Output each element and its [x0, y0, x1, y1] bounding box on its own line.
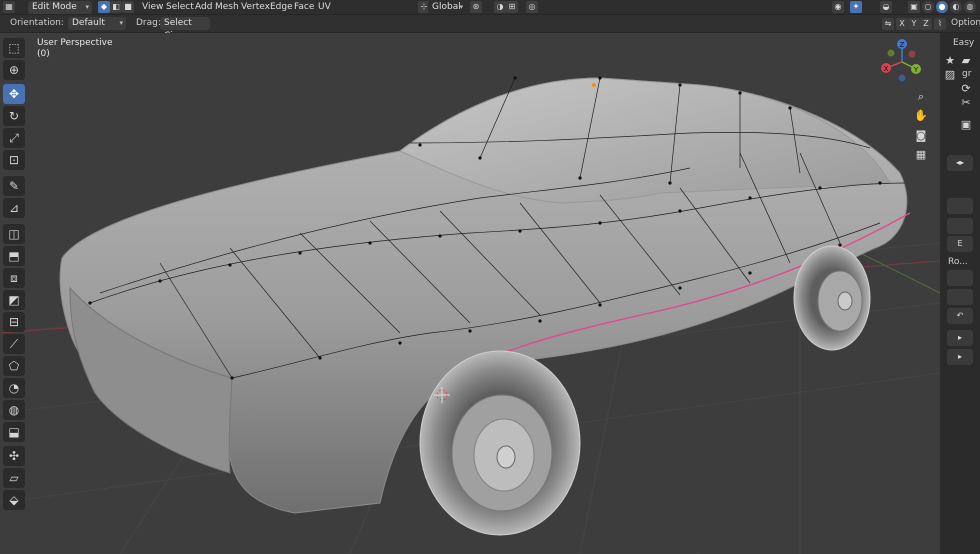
play-icon[interactable]: ▸ [947, 330, 973, 346]
e-dropdown[interactable]: E [947, 236, 973, 252]
sidebar-panel: Easy ★ ▰ ▨ gr ⟳ ✂ ▣ ◂▸ E Ro... ↶ ▸ ▸ [940, 33, 980, 554]
menu-select[interactable]: Select [166, 2, 194, 12]
shading-wireframe-icon[interactable]: ○ [922, 1, 934, 13]
chevron-down-icon: ▾ [459, 3, 463, 11]
drag-label: Drag: [136, 18, 161, 28]
move-tool-icon[interactable]: ✥ [3, 84, 25, 104]
scene-canvas[interactable] [0, 33, 940, 554]
transform-orientation-label: Global [432, 2, 461, 12]
bevel-tool-icon[interactable]: ◩ [3, 290, 25, 310]
select-box-tool-icon[interactable]: ⬚ [3, 38, 25, 58]
menu-face[interactable]: Face [294, 2, 314, 12]
navigation-gizmo[interactable]: Z X Y [878, 38, 926, 86]
topology-icon[interactable]: ⌇ [934, 18, 946, 30]
pan-hand-icon[interactable]: ✋ [913, 108, 929, 124]
menu-edge[interactable]: Edge [270, 2, 293, 12]
pivot-point-icon[interactable]: ⊛ [470, 1, 482, 13]
spin-tool-icon[interactable]: ◔ [3, 378, 25, 398]
tool-settings-bar: Orientation: Default ▾ Drag: Select Cir.… [0, 15, 980, 41]
shading-material-icon[interactable]: ◐ [950, 1, 962, 13]
mode-dropdown[interactable]: Edit Mode ▾ [28, 1, 92, 14]
menu-vertex[interactable]: Vertex [241, 2, 270, 12]
rear-wheel [793, 245, 871, 351]
tools-icon[interactable]: ✂ [958, 95, 974, 111]
menu-mesh[interactable]: Mesh [215, 2, 239, 12]
ortho-grid-icon[interactable]: ▦ [913, 147, 929, 163]
mode-label: Edit Mode [32, 2, 77, 12]
undo-icon[interactable]: ↶ [947, 308, 973, 324]
measure-tool-icon[interactable]: ⊿ [3, 198, 25, 218]
menu-add[interactable]: Add [195, 2, 212, 12]
chevron-down-icon: ▾ [119, 19, 123, 27]
rip-tool-icon[interactable]: ⬙ [3, 490, 25, 510]
annotate-tool-icon[interactable]: ✎ [3, 176, 25, 196]
panel-button[interactable] [947, 289, 973, 305]
rotate-tool-icon[interactable]: ↻ [3, 106, 25, 126]
transform-tool-icon[interactable]: ⊡ [3, 150, 25, 170]
shading-rendered-icon[interactable]: ◍ [964, 1, 976, 13]
panel-toggle-button[interactable]: ◂▸ [947, 155, 973, 171]
folder-icon[interactable]: ▰ [958, 53, 974, 69]
panel-button[interactable] [947, 198, 973, 214]
poly-build-tool-icon[interactable]: ⬠ [3, 356, 25, 376]
axis-x-toggle[interactable]: X [896, 18, 908, 30]
edge-select-icon[interactable]: ◧ [110, 1, 122, 13]
snap-target-icon[interactable]: ⊞ [506, 1, 518, 13]
proportional-edit-icon[interactable]: ◎ [526, 1, 538, 13]
cursor-tool-icon[interactable]: ⊕ [3, 60, 25, 80]
axis-z-toggle[interactable]: Z [920, 18, 932, 30]
ro-label: Ro... [948, 257, 968, 267]
orientation-dropdown[interactable]: Default ▾ [68, 17, 126, 30]
knife-tool-icon[interactable]: ⟋ [3, 334, 25, 354]
header-bar: ▦ Edit Mode ▾ ◆ ◧ ■ View Select Add Mesh… [0, 0, 980, 15]
visibility-icon[interactable]: ◉ [832, 1, 844, 13]
play-icon[interactable]: ▸ [947, 349, 973, 365]
options-dropdown[interactable]: Options [951, 18, 980, 28]
view-name: User Perspective [37, 38, 113, 48]
menu-view[interactable]: View [142, 2, 163, 12]
gizmo-y-label: Y [913, 66, 919, 74]
editor-type-icon[interactable]: ▦ [3, 1, 15, 13]
chevron-down-icon: ▾ [85, 3, 89, 11]
scale-tool-icon[interactable]: ⤢ [3, 128, 25, 148]
camera-icon[interactable]: ◙ [913, 128, 929, 144]
add-cube-tool-icon[interactable]: ◫ [3, 224, 25, 244]
left-toolbar: ⬚ ⊕ ✥ ↻ ⤢ ⊡ ✎ ⊿ ◫ ⬒ ⧈ ◩ ⊟ ⟋ ⬠ ◔ ◍ ⬓ ✣ ▱ … [0, 33, 28, 554]
smooth-tool-icon[interactable]: ◍ [3, 400, 25, 420]
tab-easy[interactable]: Easy [953, 38, 974, 48]
shrink-fatten-tool-icon[interactable]: ✣ [3, 446, 25, 466]
extrude-tool-icon[interactable]: ⬒ [3, 246, 25, 266]
axis-y-toggle[interactable]: Y [908, 18, 920, 30]
transform-orientation-dropdown[interactable]: Global ▾ [428, 1, 466, 14]
gizmo-z-label: Z [900, 41, 905, 49]
orientation-value: Default [72, 18, 105, 28]
panel-snippet: gr [962, 69, 972, 79]
edge-slide-tool-icon[interactable]: ⬓ [3, 422, 25, 442]
inset-tool-icon[interactable]: ⧈ [3, 268, 25, 288]
3d-viewport[interactable]: User Perspective (0) Z X Y ⌕ ✋ ◙ ▦ [0, 33, 940, 554]
front-wheel [419, 350, 581, 536]
image-icon[interactable]: ▨ [942, 67, 958, 83]
face-select-icon[interactable]: ■ [122, 1, 134, 13]
loop-cut-tool-icon[interactable]: ⊟ [3, 312, 25, 332]
panel-button[interactable] [947, 218, 973, 234]
xray-icon[interactable]: ▣ [908, 1, 920, 13]
menu-uv[interactable]: UV [318, 2, 331, 12]
car-mesh[interactable] [59, 76, 911, 536]
vertex-select-icon[interactable]: ◆ [98, 1, 110, 13]
image-icon[interactable]: ▣ [958, 117, 974, 133]
orientation-label: Orientation: [10, 18, 64, 28]
origin-point [592, 83, 596, 87]
panel-button[interactable] [947, 270, 973, 286]
snap-icon[interactable]: ◑ [494, 1, 506, 13]
drag-dropdown[interactable]: Select Cir... [160, 17, 210, 41]
shading-solid-icon[interactable]: ● [936, 1, 948, 13]
gizmo-toggle-icon[interactable]: ✦ [850, 1, 862, 13]
mirror-icon[interactable]: ⇋ [882, 18, 894, 30]
gizmo-x-label: X [884, 65, 889, 73]
zoom-icon[interactable]: ⌕ [913, 89, 929, 105]
overlay-toggle-icon[interactable]: ◒ [880, 1, 892, 13]
view-frame: (0) [37, 49, 50, 59]
shear-tool-icon[interactable]: ▱ [3, 468, 25, 488]
